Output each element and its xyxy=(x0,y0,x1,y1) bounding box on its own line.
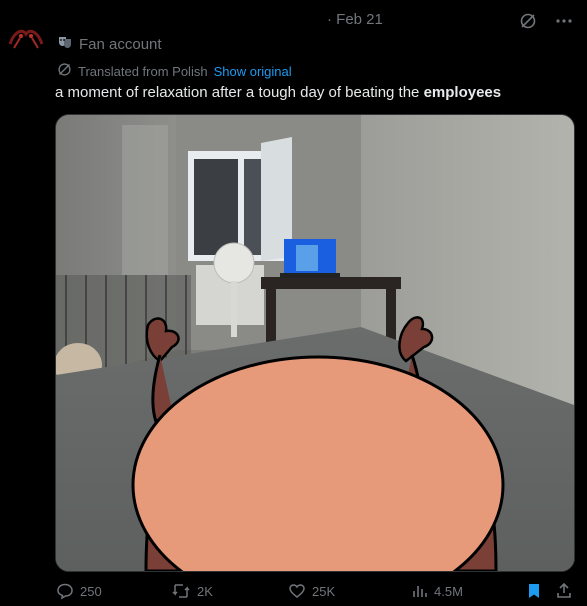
reply-icon xyxy=(57,583,73,600)
theater-mask-icon xyxy=(57,34,73,54)
repost-button[interactable]: 2K xyxy=(171,582,213,600)
bookmark-icon xyxy=(529,584,539,598)
like-button[interactable]: 25K xyxy=(288,582,335,600)
reply-count: 250 xyxy=(80,583,102,599)
share-button[interactable] xyxy=(555,582,573,600)
post-text-bold: employees xyxy=(423,84,502,101)
action-bar: 250 2K 25K 4.5M xyxy=(56,582,574,602)
grok-icon[interactable] xyxy=(517,10,539,32)
author-name[interactable]: Fan account xyxy=(79,36,162,53)
translation-note: Translated from Polish Show original xyxy=(57,62,292,80)
post-top-actions xyxy=(517,10,575,32)
avatar-image xyxy=(4,14,48,58)
author-row[interactable]: Fan account xyxy=(57,34,162,54)
share-icon xyxy=(557,582,571,598)
post-text: a moment of relaxation after a tough day… xyxy=(55,84,501,101)
heart-icon xyxy=(289,584,305,598)
show-original-link[interactable]: Show original xyxy=(214,64,292,79)
translate-icon xyxy=(57,62,72,80)
view-count: 4.5M xyxy=(434,583,463,599)
media-illustration xyxy=(56,115,574,571)
repost-count: 2K xyxy=(197,583,213,599)
bookmark-button[interactable] xyxy=(526,582,542,600)
post-media[interactable] xyxy=(55,114,575,572)
translated-from-label: Translated from Polish xyxy=(78,63,208,79)
post-date[interactable]: · Feb 21 xyxy=(327,11,383,28)
like-count: 25K xyxy=(312,583,336,599)
repost-icon xyxy=(172,584,190,598)
analytics-icon xyxy=(413,586,427,597)
avatar[interactable] xyxy=(4,14,48,58)
post-text-plain: a moment of relaxation after a tough day… xyxy=(55,84,424,101)
reply-button[interactable]: 250 xyxy=(56,582,102,600)
views-button[interactable]: 4.5M xyxy=(410,582,463,600)
more-options-icon[interactable] xyxy=(553,10,575,32)
